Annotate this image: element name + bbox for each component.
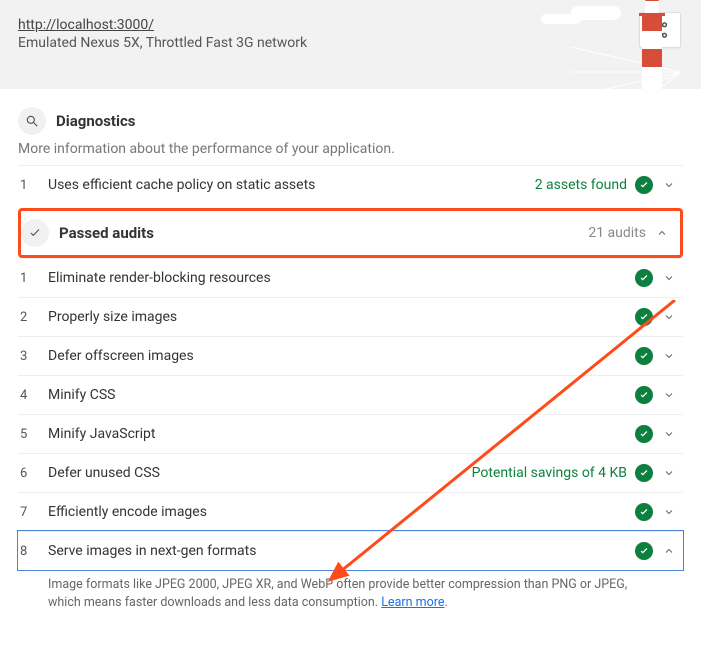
audit-row[interactable]: 4 Minify CSS	[18, 375, 683, 414]
check-icon	[635, 347, 653, 365]
lighthouse-art	[627, 0, 677, 89]
passed-audits-title: Passed audits	[59, 224, 588, 242]
learn-more-link[interactable]: Learn more	[381, 595, 444, 610]
chevron-down-icon	[661, 426, 677, 442]
cloud-art	[571, 6, 621, 20]
audit-value: 2 assets found	[535, 177, 627, 193]
audit-title: Minify CSS	[48, 387, 635, 403]
chevron-down-icon	[661, 504, 677, 520]
diagnostics-header: Diagnostics	[18, 107, 683, 135]
audit-number: 1	[20, 271, 48, 286]
chevron-down-icon	[661, 465, 677, 481]
audit-title: Uses efficient cache policy on static as…	[48, 177, 535, 193]
audit-title: Minify JavaScript	[48, 426, 635, 442]
chevron-down-icon	[661, 270, 677, 286]
check-icon	[635, 176, 653, 194]
audit-description-text: Image formats like JPEG 2000, JPEG XR, a…	[48, 577, 627, 610]
audit-number: 5	[20, 427, 48, 442]
audit-row[interactable]: 1 Uses efficient cache policy on static …	[18, 165, 683, 204]
chevron-down-icon	[661, 348, 677, 364]
audit-title: Serve images in next-gen formats	[48, 543, 635, 559]
check-icon	[635, 386, 653, 404]
audit-number: 3	[20, 349, 48, 364]
audit-title: Defer unused CSS	[48, 465, 472, 481]
audit-number: 8	[20, 544, 48, 559]
audit-row[interactable]: 3 Defer offscreen images	[18, 336, 683, 375]
audit-row[interactable]: 1 Eliminate render-blocking resources	[18, 258, 683, 297]
audit-title: Efficiently encode images	[48, 504, 635, 520]
chevron-up-icon	[654, 225, 670, 241]
passed-audits-toggle[interactable]: Passed audits 21 audits	[18, 208, 683, 258]
check-icon	[635, 308, 653, 326]
check-icon	[635, 269, 653, 287]
tested-url[interactable]: http://localhost:3000/	[18, 17, 154, 33]
audit-number: 2	[20, 310, 48, 325]
chevron-down-icon	[661, 309, 677, 325]
diagnostics-section: Diagnostics More information about the p…	[0, 89, 701, 622]
audit-title: Eliminate render-blocking resources	[48, 270, 635, 286]
report-header: http://localhost:3000/ Emulated Nexus 5X…	[0, 0, 701, 89]
diagnostics-subtitle: More information about the performance o…	[18, 141, 683, 157]
audit-number: 4	[20, 388, 48, 403]
chevron-down-icon	[661, 177, 677, 193]
check-icon	[635, 464, 653, 482]
chevron-down-icon	[661, 387, 677, 403]
check-icon	[635, 503, 653, 521]
chevron-up-icon	[661, 543, 677, 559]
audit-value: Potential savings of 4 KB	[472, 465, 627, 481]
audit-description: Image formats like JPEG 2000, JPEG XR, a…	[18, 570, 683, 622]
audit-row-highlighted[interactable]: 8 Serve images in next-gen formats	[18, 531, 683, 570]
passed-audits-count: 21 audits	[588, 225, 646, 241]
check-icon	[635, 542, 653, 560]
audit-number: 7	[20, 505, 48, 520]
audit-number: 1	[20, 178, 48, 193]
diagnostics-title: Diagnostics	[56, 112, 135, 130]
audit-title: Properly size images	[48, 309, 635, 325]
check-icon	[635, 425, 653, 443]
audit-row[interactable]: 6 Defer unused CSS Potential savings of …	[18, 453, 683, 492]
audit-title: Defer offscreen images	[48, 348, 635, 364]
audit-number: 6	[20, 466, 48, 481]
check-icon	[21, 219, 49, 247]
audit-row[interactable]: 5 Minify JavaScript	[18, 414, 683, 453]
audit-row[interactable]: 7 Efficiently encode images	[18, 492, 683, 531]
search-icon	[18, 107, 46, 135]
audit-row[interactable]: 2 Properly size images	[18, 297, 683, 336]
